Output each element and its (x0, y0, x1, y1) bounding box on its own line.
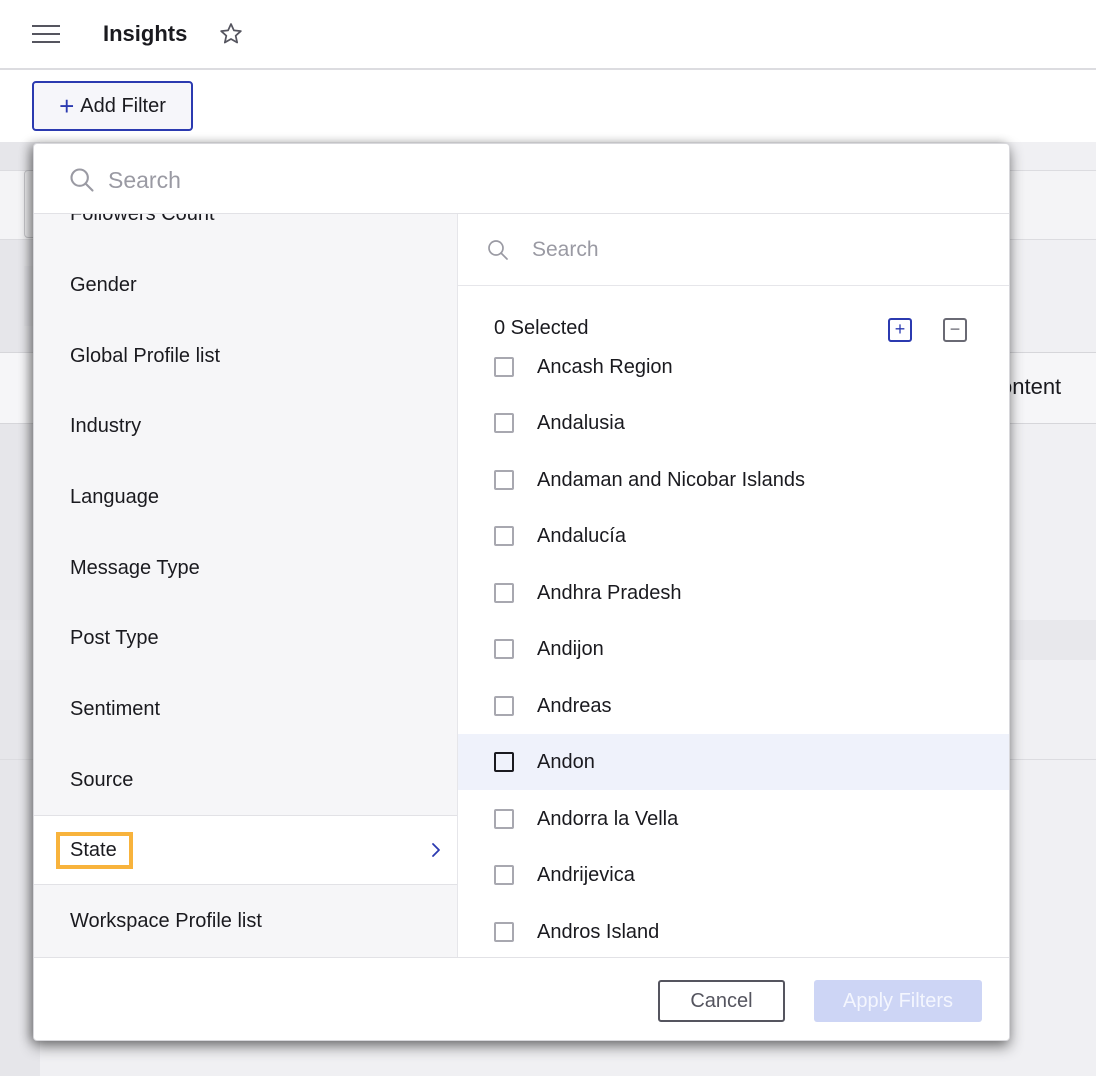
category-item-workspace-profile-list[interactable]: Workspace Profile list (34, 886, 457, 956)
option-label: Andaman and Nicobar Islands (537, 468, 805, 491)
star-outline-icon[interactable] (218, 21, 244, 47)
option-label: Andros Island (537, 920, 660, 943)
category-label: Message Type (70, 556, 200, 579)
category-label: Workspace Profile list (70, 909, 262, 932)
category-item-state[interactable]: State (34, 815, 457, 885)
option-item[interactable]: Andhra Pradesh (458, 565, 1009, 621)
option-label: Andreas (537, 694, 612, 717)
option-item-hovered[interactable]: Andon (458, 734, 1009, 790)
option-search (458, 214, 1009, 286)
add-filter-button[interactable]: + Add Filter (32, 81, 193, 131)
category-label: Post Type (70, 626, 159, 649)
state-options-pane: 0 Selected + − Ancash Region Andalusia A… (458, 214, 1009, 957)
category-label: Gender (70, 273, 137, 296)
option-search-input[interactable] (532, 233, 982, 267)
panel-footer: Cancel Apply Filters (34, 957, 1009, 1040)
checkbox[interactable] (494, 583, 514, 603)
checkbox[interactable] (494, 922, 514, 942)
option-label: Andhra Pradesh (537, 581, 682, 604)
chevron-right-icon (432, 843, 440, 857)
category-item-language[interactable]: Language (34, 462, 457, 532)
hamburger-menu-icon[interactable] (32, 24, 60, 44)
category-label: Global Profile list (70, 344, 221, 367)
option-label: Ancash Region (537, 355, 673, 378)
category-search-input[interactable] (108, 162, 968, 198)
apply-filters-button[interactable]: Apply Filters (814, 980, 982, 1022)
option-item[interactable]: Andros Island (458, 904, 1009, 957)
category-label: State (56, 831, 133, 869)
cancel-button[interactable]: Cancel (658, 980, 785, 1022)
option-label: Andon (537, 750, 595, 773)
category-item-sentiment[interactable]: Sentiment (34, 674, 457, 744)
filter-category-list[interactable]: Followers Count Gender Global Profile li… (34, 214, 458, 957)
category-label: Followers Count (56, 214, 229, 232)
option-label: Andorra la Vella (537, 807, 679, 830)
category-item-gender[interactable]: Gender (34, 250, 457, 320)
plus-icon: + (59, 91, 75, 121)
option-label: Andalucía (537, 524, 626, 547)
option-item[interactable]: Andalucía (458, 508, 1009, 564)
search-icon (70, 168, 94, 192)
top-header: Insights (0, 0, 1096, 70)
category-item-message-type[interactable]: Message Type (34, 533, 457, 603)
option-label: Andalusia (537, 411, 625, 434)
checkbox[interactable] (494, 470, 514, 490)
selected-count: 0 Selected (494, 317, 589, 339)
checkbox[interactable] (494, 526, 514, 546)
plus-square-icon[interactable]: + (888, 318, 912, 342)
option-item[interactable]: Andrijevica (458, 847, 1009, 903)
category-label: Industry (70, 414, 142, 437)
checkbox[interactable] (494, 752, 514, 772)
category-label: Language (70, 485, 159, 508)
add-filter-label: Add Filter (80, 94, 166, 117)
filter-dropdown-panel: Followers Count Gender Global Profile li… (33, 143, 1010, 1041)
category-search (34, 144, 1009, 214)
option-item[interactable]: Andreas (458, 678, 1009, 734)
checkbox[interactable] (494, 639, 514, 659)
category-item-source[interactable]: Source (34, 745, 457, 815)
checkbox[interactable] (494, 809, 514, 829)
category-item-followers-count[interactable]: Followers Count (34, 214, 457, 249)
option-item[interactable]: Andalusia (458, 395, 1009, 451)
category-label: Source (70, 768, 134, 791)
search-icon (488, 240, 508, 260)
option-label: Andijon (537, 637, 604, 660)
category-label: Sentiment (70, 697, 161, 720)
option-item[interactable]: Andaman and Nicobar Islands (458, 452, 1009, 508)
checkbox[interactable] (494, 357, 514, 377)
option-item[interactable]: Andijon (458, 621, 1009, 677)
option-item[interactable]: Andorra la Vella (458, 791, 1009, 847)
minus-square-icon[interactable]: − (943, 318, 967, 342)
category-item-global-profile-list[interactable]: Global Profile list (34, 321, 457, 391)
option-item[interactable]: Ancash Region (458, 344, 1009, 395)
filter-bar: + Add Filter (0, 72, 1096, 142)
category-item-industry[interactable]: Industry (34, 391, 457, 461)
category-item-post-type[interactable]: Post Type (34, 603, 457, 673)
checkbox[interactable] (494, 413, 514, 433)
page-title: Insights (103, 21, 188, 46)
option-label: Andrijevica (537, 863, 635, 886)
checkbox[interactable] (494, 696, 514, 716)
checkbox[interactable] (494, 865, 514, 885)
state-options-list[interactable]: Ancash Region Andalusia Andaman and Nico… (458, 344, 1009, 957)
